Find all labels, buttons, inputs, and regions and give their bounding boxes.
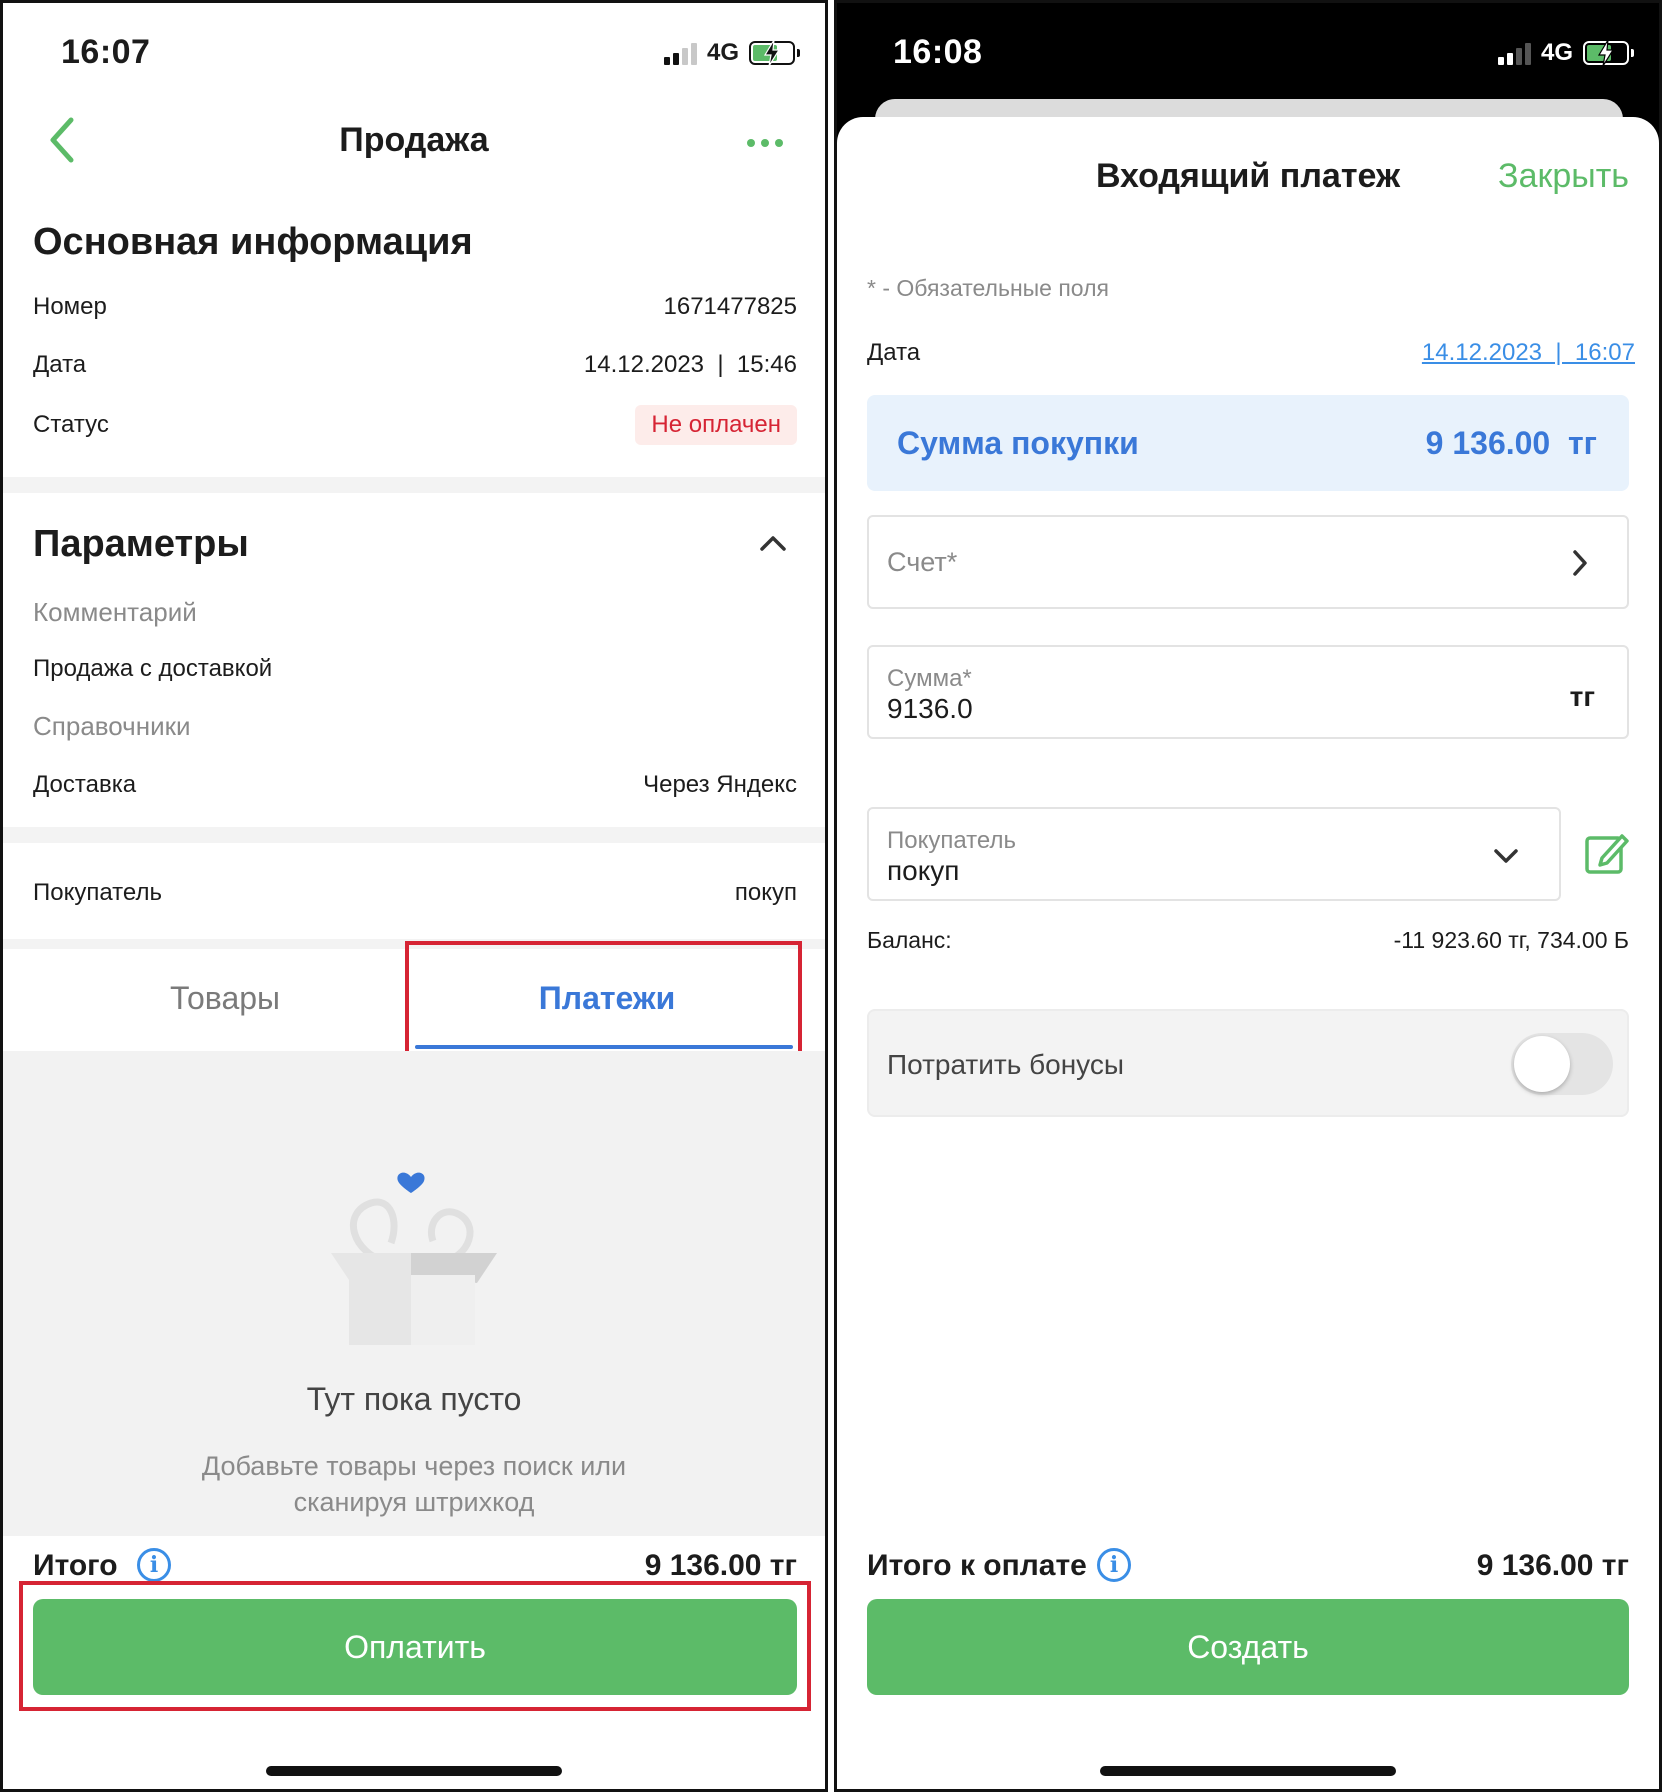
highlight-box-tab <box>405 941 802 1069</box>
purchase-summary: Сумма покупки 9 136.00 тг <box>867 395 1629 491</box>
amount-field[interactable]: Сумма* 9136.0 тг <box>867 645 1629 739</box>
buyer-value: покуп <box>734 879 797 906</box>
amount-unit: тг <box>1569 681 1595 712</box>
bonus-row: Потратить бонусы <box>867 1009 1629 1117</box>
status-icons: 4G <box>663 39 800 67</box>
section-divider <box>3 477 825 493</box>
tab-products[interactable]: Товары <box>25 948 425 1048</box>
status-icons: 4G <box>1497 39 1634 67</box>
signal-icon <box>1497 41 1531 65</box>
empty-state: Тут пока пусто Добавьте товары через пои… <box>3 1051 825 1536</box>
total-value: 9 136.00 тг <box>1476 1549 1629 1582</box>
buyer-select[interactable]: Покупатель покуп <box>867 807 1561 901</box>
section-divider <box>3 827 825 843</box>
buyer-field-label: Покупатель <box>887 827 1016 854</box>
summary-value: 9 136.00 тг <box>1425 425 1597 461</box>
network-label: 4G <box>1540 39 1573 66</box>
total-label: Итого <box>33 1549 118 1582</box>
home-indicator <box>1100 1766 1396 1776</box>
edit-buyer-button[interactable] <box>1583 829 1631 877</box>
required-note: * - Обязательные поля <box>867 275 1109 301</box>
bonus-label: Потратить бонусы <box>887 1049 1124 1080</box>
network-label: 4G <box>706 39 739 66</box>
status-label: Статус <box>33 411 109 438</box>
comment-value: Продажа с доставкой <box>33 655 273 682</box>
toggle-knob <box>1514 1036 1570 1092</box>
total-label: Итого к оплате <box>867 1549 1087 1582</box>
balance-label: Баланс: <box>867 927 952 953</box>
buyer-field-value: покуп <box>887 855 960 886</box>
more-dots-icon[interactable] <box>747 135 787 151</box>
close-button[interactable]: Закрыть <box>1498 157 1629 196</box>
buyer-label: Покупатель <box>33 879 162 906</box>
comment-label: Комментарий <box>33 597 197 627</box>
highlight-box-pay <box>19 1581 811 1711</box>
params-title: Параметры <box>33 523 249 565</box>
collapse-button[interactable] <box>757 531 793 561</box>
refs-label: Справочники <box>33 711 191 741</box>
create-button[interactable]: Создать <box>867 1599 1629 1695</box>
amount-label: Сумма* <box>887 665 972 692</box>
date-picker-link[interactable]: 14.12.2023 | 16:07 <box>1422 339 1635 367</box>
date-value: 14.12.2023 | 15:46 <box>583 351 797 378</box>
right-screen-incoming-payment: 16:08 4G Входящий платеж Закрыть * - Обя… <box>834 0 1662 1792</box>
number-value: 1671477825 <box>663 293 797 320</box>
account-placeholder: Счет* <box>887 547 958 577</box>
empty-title: Тут пока пусто <box>306 1381 522 1417</box>
chevron-up-icon <box>760 536 786 551</box>
summary-label: Сумма покупки <box>897 425 1139 461</box>
amount-input[interactable]: 9136.0 <box>887 693 973 725</box>
number-label: Номер <box>33 293 107 320</box>
chevron-down-icon <box>1494 849 1518 863</box>
empty-hint-line-1: Добавьте товары через поиск или <box>201 1451 627 1481</box>
delivery-label: Доставка <box>33 771 137 798</box>
page-title: Продажа <box>339 121 489 159</box>
chevron-right-icon <box>1573 550 1587 576</box>
home-indicator <box>266 1766 562 1776</box>
status-badge: Не оплачен <box>635 405 797 445</box>
payment-sheet: Входящий платеж Закрыть * - Обязательные… <box>837 117 1659 1789</box>
balance-value: -11 923.60 тг, 734.00 Б <box>1393 927 1629 953</box>
battery-charging-icon <box>749 40 800 66</box>
status-time: 16:07 <box>61 33 151 71</box>
date-label: Дата <box>33 351 87 378</box>
bonus-toggle[interactable] <box>1511 1033 1613 1095</box>
info-icon[interactable]: i <box>137 1548 171 1582</box>
edit-icon <box>1585 834 1629 874</box>
status-time: 16:08 <box>893 33 983 71</box>
empty-box-icon <box>331 1172 497 1345</box>
delivery-value: Через Яндекс <box>643 771 797 798</box>
date-label: Дата <box>867 339 921 366</box>
total-value: 9 136.00 тг <box>644 1549 797 1582</box>
account-select[interactable]: Счет* <box>867 515 1629 609</box>
main-info-title: Основная информация <box>33 221 473 263</box>
signal-icon <box>663 41 697 65</box>
battery-charging-icon <box>1583 40 1634 66</box>
left-screen-sale: 16:07 4G Продажа Основная информация Ном… <box>0 0 828 1792</box>
empty-hint-line-2: сканируя штрихкод <box>293 1487 535 1517</box>
info-icon[interactable]: i <box>1097 1548 1131 1582</box>
